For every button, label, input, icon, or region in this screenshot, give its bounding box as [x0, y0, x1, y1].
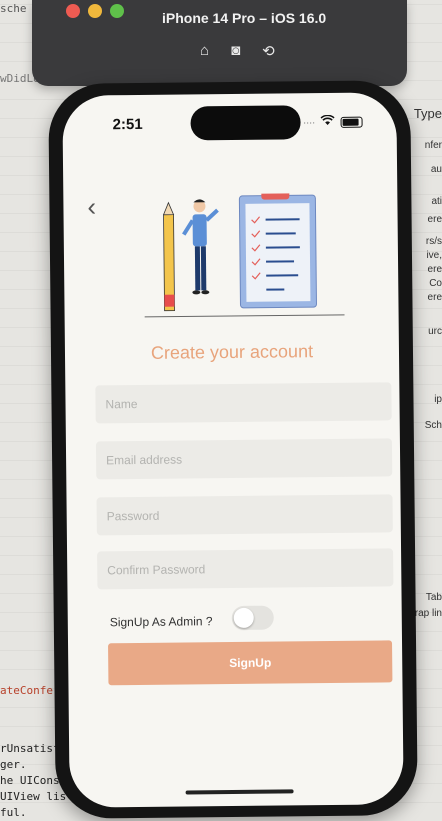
person-icon	[182, 199, 219, 295]
code-fragment: UIView lis	[0, 790, 67, 803]
signup-button[interactable]: SignUp	[108, 640, 393, 686]
status-icons: ····	[302, 114, 363, 130]
app-screen: 2:51 ···· ‹ Create your account Name Ema…	[62, 92, 404, 808]
status-time: 2:51	[112, 115, 143, 134]
code-fragment: ateConfer	[0, 684, 60, 697]
battery-icon	[340, 116, 363, 128]
code-fragment: sche	[0, 2, 27, 15]
code-fragment: ful.	[0, 806, 27, 819]
inspector-fragment: ati	[431, 196, 442, 207]
confirm-password-field[interactable]	[97, 548, 394, 590]
inspector-fragment: rap lin	[414, 608, 442, 619]
name-field[interactable]	[95, 382, 392, 424]
password-field[interactable]	[96, 494, 393, 536]
toggle-knob	[233, 607, 254, 629]
inspector-fragment: ere	[427, 264, 442, 275]
home-indicator[interactable]	[185, 789, 294, 795]
inspector-fragment: Tab	[425, 592, 442, 603]
signup-illustration	[144, 192, 345, 318]
wifi-icon	[320, 114, 335, 129]
rotate-icon[interactable]: ⟲	[262, 42, 275, 60]
page-title: Create your account	[150, 341, 314, 363]
minimize-window-button[interactable]	[88, 4, 102, 18]
inspector-fragment: Co	[429, 278, 442, 289]
zoom-window-button[interactable]	[110, 4, 124, 18]
screenshot-icon[interactable]: ◙	[231, 42, 240, 60]
home-icon[interactable]: ⌂	[200, 42, 209, 60]
inspector-fragment: ive,	[426, 250, 442, 261]
iphone-simulator: 2:51 ···· ‹ Create your account Name Ema…	[48, 80, 418, 819]
mouse-cursor-icon	[354, 807, 371, 808]
inspector-fragment: au	[430, 164, 442, 175]
clipboard-checklist-icon	[238, 192, 317, 309]
inspector-fragment: ere	[427, 214, 442, 225]
inspector-fragment: urc	[428, 326, 442, 337]
admin-toggle[interactable]	[231, 605, 274, 631]
code-fragment: ger.	[0, 758, 27, 771]
simulator-title: iPhone 14 Pro – iOS 16.0	[162, 10, 327, 26]
signal-icon: ····	[302, 115, 315, 130]
dynamic-island	[190, 105, 301, 141]
back-button[interactable]: ‹	[87, 191, 96, 222]
inspector-fragment: ip	[434, 394, 442, 405]
inspector-fragment: ere	[427, 292, 442, 303]
simulator-toolbar: iPhone 14 Pro – iOS 16.0 ⌂ ◙ ⟲	[32, 0, 407, 86]
pencil-icon	[162, 201, 175, 312]
inspector-fragment: rs/s	[425, 236, 442, 247]
inspector-fragment: Type	[413, 106, 442, 121]
inspector-fragment: Sch	[424, 420, 442, 431]
close-window-button[interactable]	[66, 4, 80, 18]
admin-toggle-label: SignUp As Admin ?	[109, 614, 213, 630]
inspector-fragment: nfer	[424, 140, 442, 151]
code-fragment: rUnsatisf	[0, 742, 60, 755]
email-field[interactable]	[95, 438, 393, 480]
